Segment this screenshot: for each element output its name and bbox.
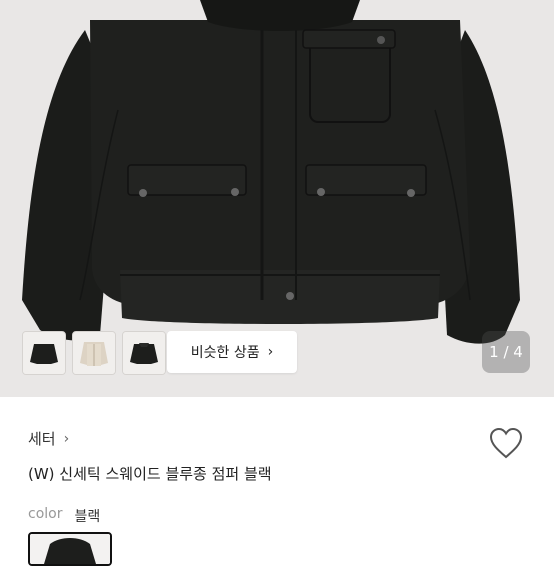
product-image-gallery[interactable]: 비슷한 상품 › 1 / 4 — [0, 0, 554, 397]
chevron-right-icon: › — [63, 430, 70, 447]
thumbnail-black-jacket-back[interactable] — [122, 331, 166, 375]
category-label: 세터 — [28, 430, 56, 448]
thumbnail-strip — [22, 331, 166, 375]
jacket-swatch-icon — [30, 534, 110, 564]
image-counter: 1 / 4 — [482, 331, 530, 373]
jacket-thumbnail-icon — [73, 332, 115, 374]
category-breadcrumb[interactable]: 세터 › — [28, 428, 69, 449]
color-label: color — [28, 506, 63, 522]
thumbnail-beige-jacket[interactable] — [72, 331, 116, 375]
thumbnail-black-jacket[interactable] — [22, 331, 66, 375]
jacket-thumbnail-icon — [123, 332, 165, 374]
similar-products-button[interactable]: 비슷한 상품 › — [167, 331, 297, 373]
product-title: (W) 신세틱 스웨이드 블루종 점퍼 블랙 — [28, 465, 272, 483]
color-option-row: color 블랙 — [28, 506, 100, 526]
heart-icon[interactable] — [488, 426, 524, 460]
color-value: 블랙 — [74, 509, 101, 525]
color-swatch-black[interactable] — [28, 532, 112, 566]
chevron-right-icon: › — [267, 344, 274, 360]
jacket-thumbnail-icon — [23, 332, 65, 374]
similar-products-label: 비슷한 상품 — [190, 345, 260, 361]
